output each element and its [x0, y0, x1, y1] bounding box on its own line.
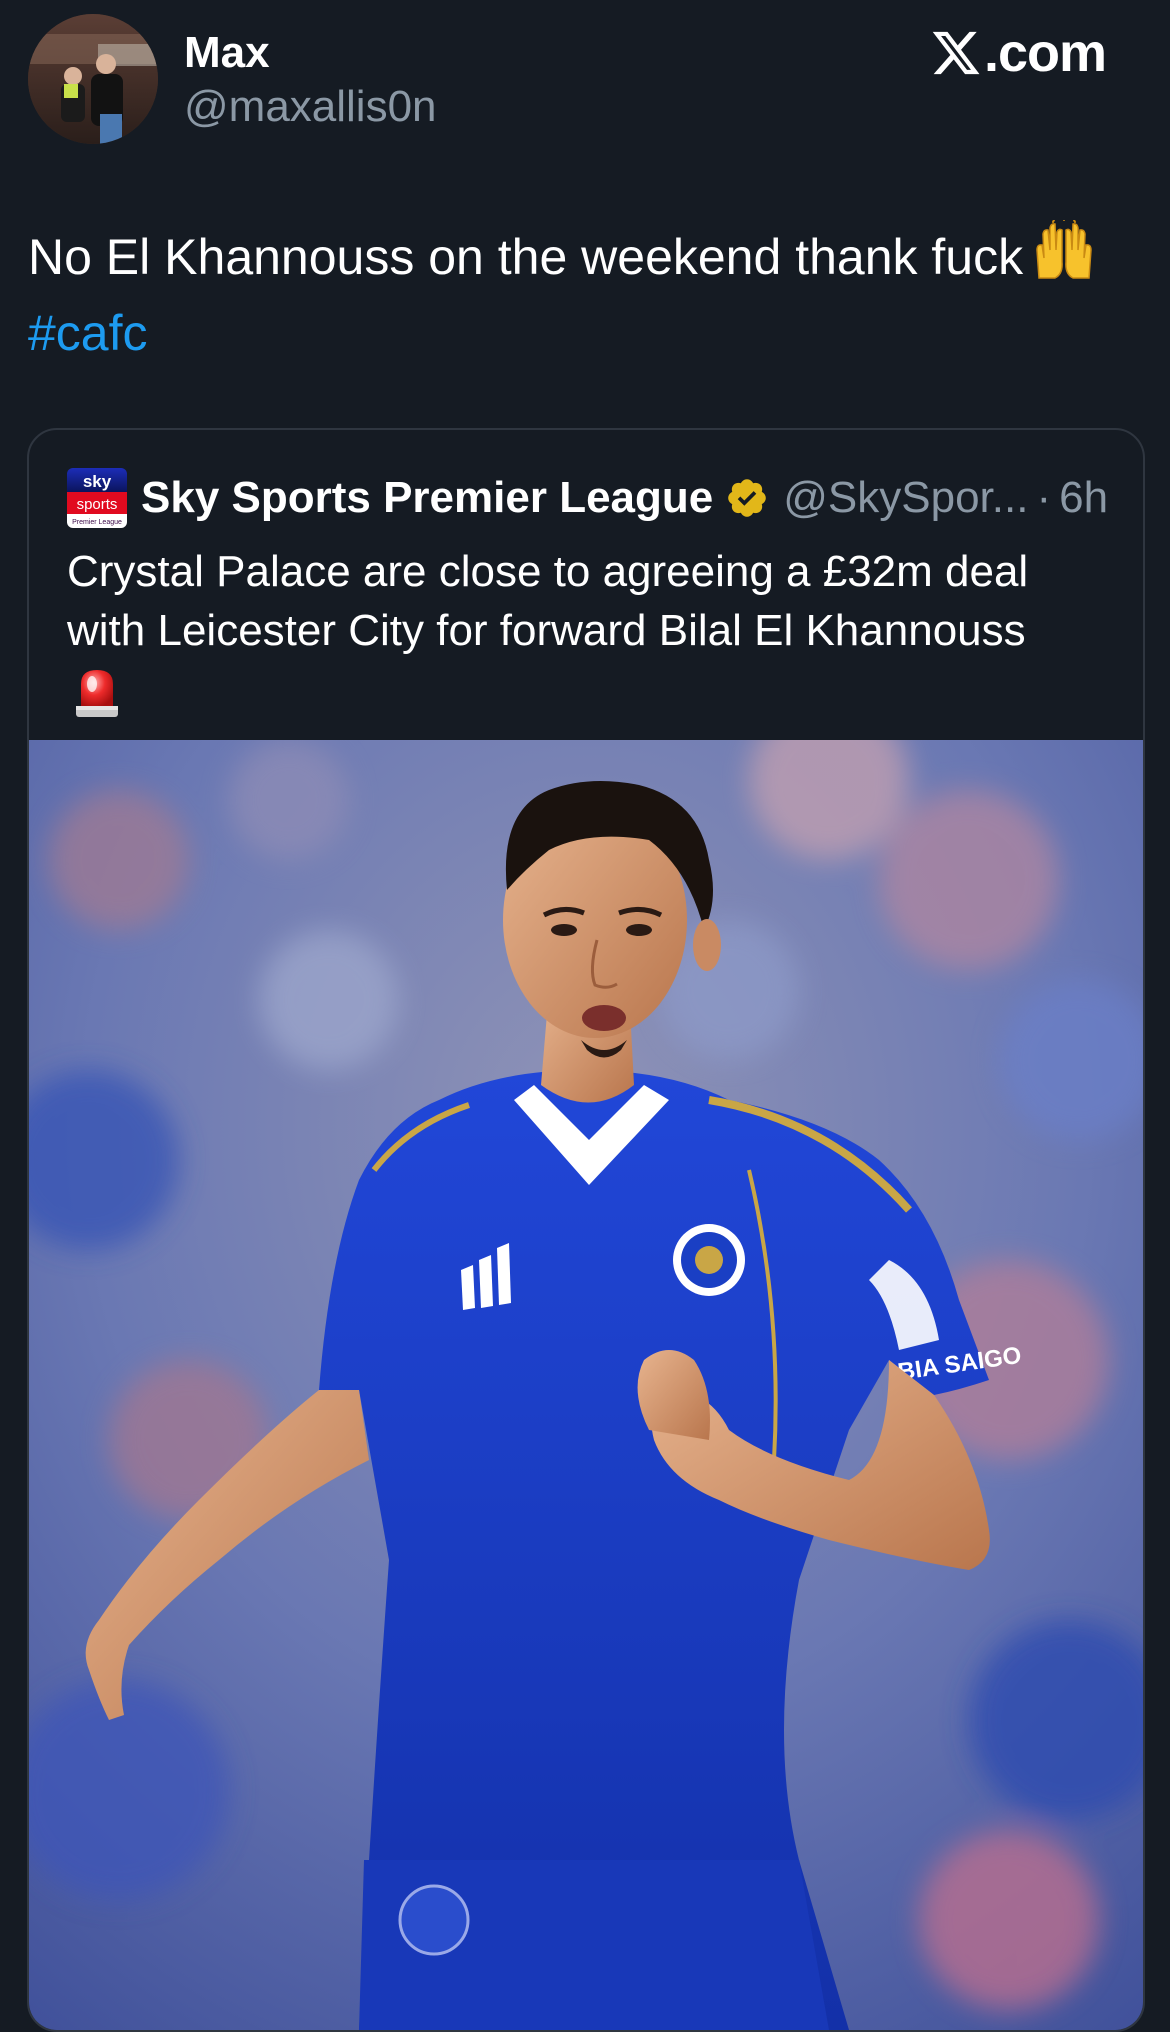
- x-logo-icon: [932, 31, 980, 75]
- quoted-tweet-time[interactable]: 6h: [1059, 473, 1108, 523]
- police-light-emoji: [76, 670, 118, 717]
- sky-logo-bottom-text: Premier League: [72, 519, 122, 526]
- quoted-tweet-text: Crystal Palace are close to agreeing a £…: [67, 542, 1107, 720]
- tweet-body: No El Khannouss on the weekend thank fuc…: [28, 229, 1024, 285]
- verified-badge-icon: [728, 479, 767, 517]
- author-name[interactable]: Max: [184, 26, 270, 80]
- quoted-tweet-body: Crystal Palace are close to agreeing a £…: [67, 547, 1029, 655]
- raising-hands-emoji-icon: [1033, 215, 1095, 299]
- quoted-tweet-header: sky sports Premier League Sky Sports Pre…: [67, 466, 1108, 530]
- brand-text: .com: [984, 23, 1107, 83]
- sky-logo-top-text: sky: [83, 472, 112, 491]
- tweet-text: No El Khannouss on the weekend thank fuc…: [28, 215, 1148, 367]
- author-handle[interactable]: @maxallis0n: [184, 80, 437, 134]
- author-avatar[interactable]: [28, 14, 158, 144]
- quoted-author-handle[interactable]: @SkySpor...: [783, 473, 1028, 523]
- quoted-tweet-card[interactable]: sky sports Premier League Sky Sports Pre…: [27, 428, 1145, 2032]
- quoted-tweet-photo[interactable]: BIA SAIGO: [29, 740, 1143, 2030]
- sky-logo-middle-text: sports: [77, 496, 118, 513]
- header-separator: ·: [1036, 473, 1052, 522]
- football-player-photo: BIA SAIGO: [29, 740, 1143, 2030]
- sky-sports-logo[interactable]: sky sports Premier League: [67, 468, 127, 528]
- quoted-author-name[interactable]: Sky Sports Premier League: [141, 473, 713, 523]
- profile-photo-avatar: [28, 14, 158, 144]
- x-com-brand: .com: [930, 22, 1107, 84]
- hashtag-link[interactable]: #cafc: [28, 299, 1148, 367]
